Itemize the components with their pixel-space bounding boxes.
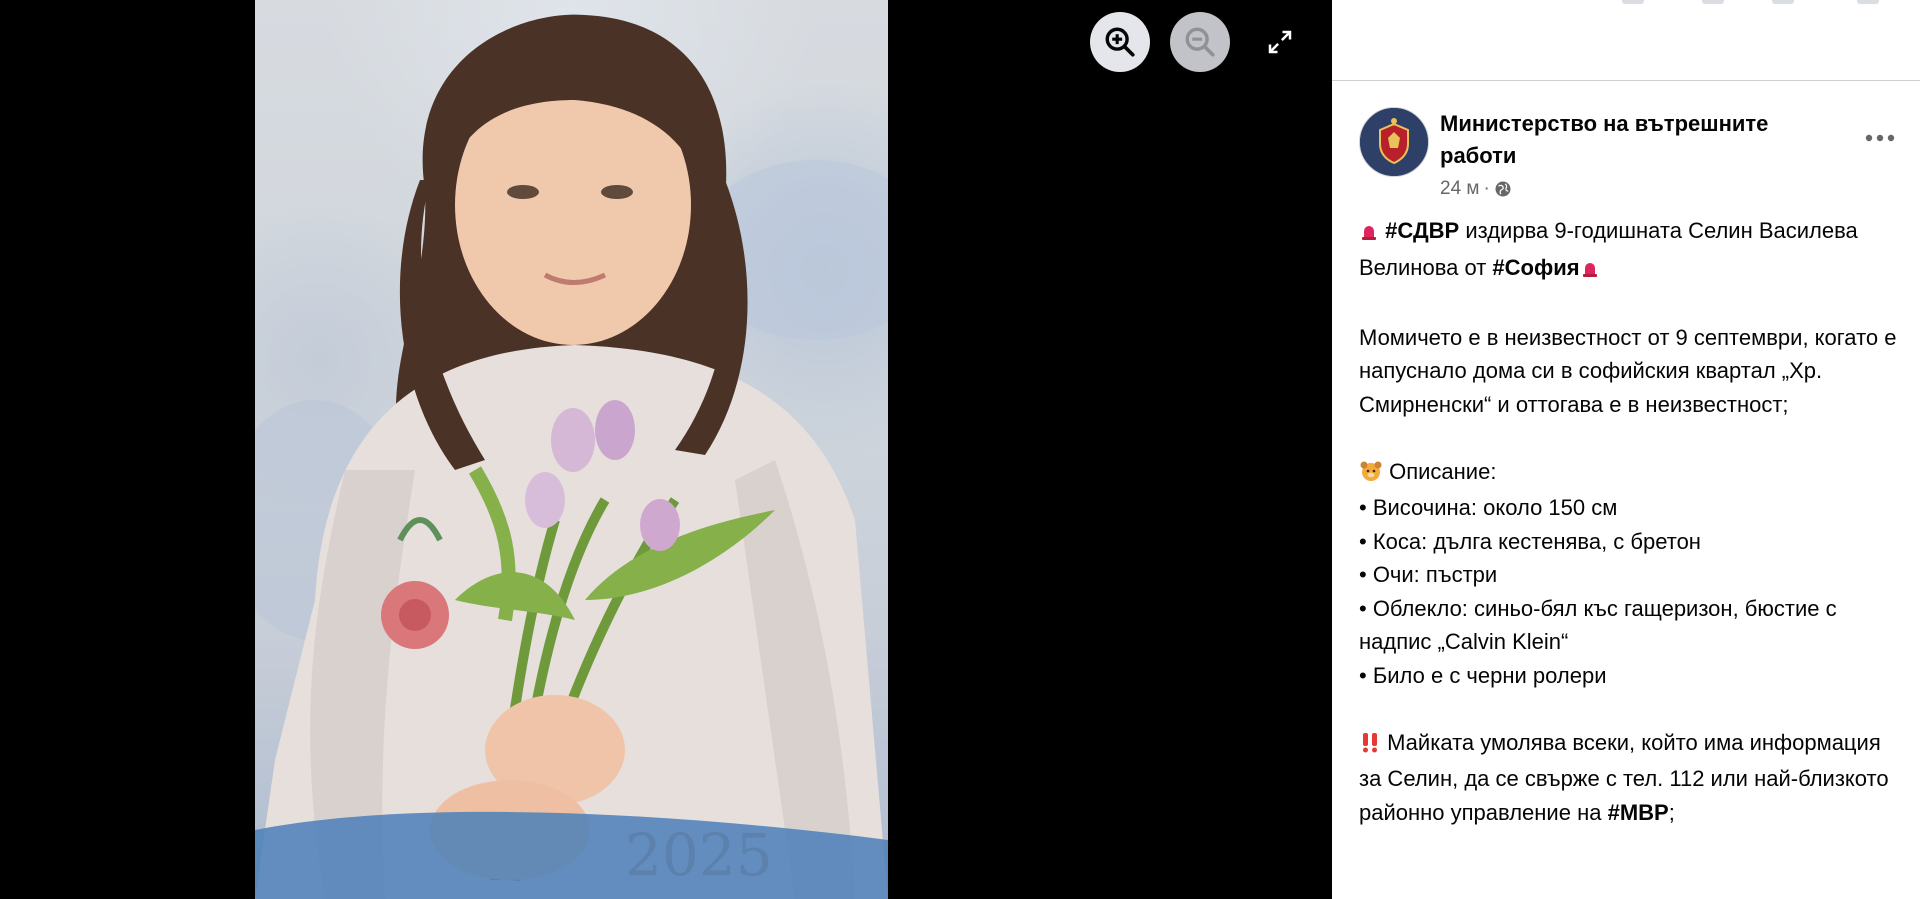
- globe-icon[interactable]: [1494, 180, 1512, 198]
- page-avatar[interactable]: [1359, 107, 1429, 177]
- page-name-link[interactable]: Министерство на вътрешните работи: [1440, 108, 1820, 172]
- fullscreen-button[interactable]: [1250, 12, 1310, 72]
- photo-viewer: 2025: [0, 0, 1332, 899]
- post-photo[interactable]: 2025: [255, 0, 888, 899]
- zoom-in-icon: [1105, 27, 1135, 57]
- more-horizontal-icon: [1865, 134, 1895, 142]
- post-timestamp[interactable]: 24 м: [1440, 178, 1479, 200]
- zoom-out-icon: [1185, 27, 1215, 57]
- double-exclamation-icon: [1359, 729, 1381, 763]
- post-paragraph-2: Момичето е в неизвестност от 9 септември…: [1359, 324, 1897, 417]
- post-text: #СДВР издирва 9-годишната Селин Василева…: [1359, 214, 1904, 829]
- hashtag-sdvr[interactable]: #СДВР: [1385, 218, 1459, 243]
- post-line-1: #СДВР издирва 9-годишната Селин Василева…: [1359, 214, 1904, 287]
- top-bar-action-icon[interactable]: [1702, 0, 1724, 4]
- meta-separator: ·: [1483, 178, 1490, 199]
- bullet-eyes: • Очи: пъстри: [1359, 562, 1498, 587]
- post-paragraph-4: Майката умолява всеки, който има информа…: [1359, 726, 1904, 830]
- hashtag-mvr[interactable]: #МВР: [1608, 800, 1669, 825]
- top-bar-action-icon[interactable]: [1622, 0, 1644, 4]
- face-emoji-icon: [1359, 458, 1383, 492]
- photo-illustration: 2025: [255, 14, 888, 899]
- siren-icon: [1580, 254, 1600, 288]
- top-bar-action-icon[interactable]: [1772, 0, 1794, 4]
- post-meta: 24 м ·: [1440, 178, 1512, 200]
- post-panel: Министерство на вътрешните работи 24 м ·…: [1332, 0, 1920, 899]
- hashtag-sofia[interactable]: #София: [1492, 255, 1579, 280]
- panel-top-bar: [1332, 0, 1920, 81]
- photo-year-text: 2025: [625, 821, 773, 889]
- bullet-skates: • Било е с черни ролери: [1359, 662, 1607, 688]
- description-heading-text: Описание:: [1383, 458, 1497, 484]
- zoom-in-button[interactable]: [1090, 12, 1150, 72]
- top-bar-action-icon[interactable]: [1857, 0, 1879, 4]
- zoom-out-button[interactable]: [1170, 12, 1230, 72]
- bullet-height: • Височина: около 150 см: [1359, 495, 1618, 520]
- bullet-clothing: • Облекло: синьо-бял къс гащеризон, бюст…: [1359, 595, 1837, 655]
- more-options-button[interactable]: [1860, 122, 1900, 154]
- description-heading: Описание:: [1359, 455, 1904, 492]
- bullet-hair: • Коса: дълга кестенява, с бретон: [1359, 528, 1701, 554]
- siren-icon: [1359, 217, 1379, 251]
- fullscreen-icon: [1268, 30, 1292, 54]
- ministry-crest-icon: [1360, 108, 1428, 176]
- post-paragraph-4-tail: ;: [1668, 799, 1675, 825]
